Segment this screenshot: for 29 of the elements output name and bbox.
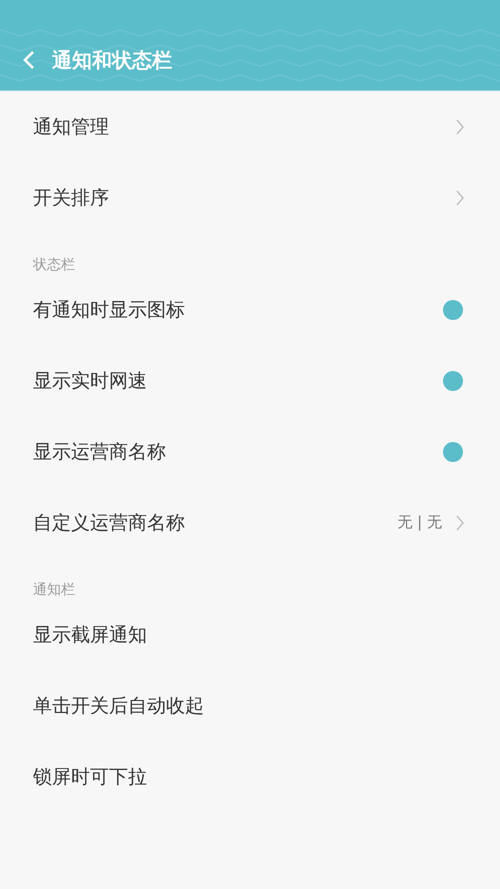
section-header: 通知栏	[33, 581, 75, 599]
chevron-right-icon	[456, 514, 464, 530]
section-header: 状态栏	[33, 256, 75, 274]
toggle-switch[interactable]	[443, 442, 463, 462]
row-label: 单击开关后自动收起	[33, 694, 204, 716]
settings-row[interactable]: 有通知时显示图标	[0, 274, 500, 345]
row-label: 显示实时网速	[33, 370, 147, 392]
settings-row[interactable]: 单击开关后自动收起	[0, 670, 500, 741]
settings-row[interactable]: 显示截屏通知	[0, 599, 500, 670]
row-label: 有通知时显示图标	[33, 298, 185, 320]
row-label: 开关排序	[33, 186, 109, 208]
toggle-switch[interactable]	[443, 300, 463, 320]
row-label: 锁屏时可下拉	[33, 766, 147, 788]
page-title: 通知和状态栏	[52, 46, 172, 74]
row-label: 显示截屏通知	[33, 624, 147, 646]
row-label: 自定义运营商名称	[33, 512, 185, 534]
row-value: 无 | 无	[397, 513, 442, 532]
settings-row[interactable]: 显示实时网速	[0, 345, 500, 416]
chevron-right-icon	[456, 118, 464, 134]
row-label: 显示运营商名称	[33, 440, 166, 462]
row-label: 通知管理	[33, 116, 109, 138]
chevron-right-icon	[456, 190, 464, 206]
settings-row[interactable]: 显示运营商名称	[0, 416, 500, 487]
settings-row[interactable]: 通知管理	[0, 91, 500, 162]
toggle-switch[interactable]	[443, 370, 463, 390]
settings-row[interactable]: 自定义运营商名称 无 | 无	[0, 487, 500, 558]
settings-row[interactable]: 锁屏时可下拉	[0, 741, 500, 812]
back-icon[interactable]	[22, 50, 36, 70]
settings-row[interactable]: 开关排序	[0, 162, 500, 233]
